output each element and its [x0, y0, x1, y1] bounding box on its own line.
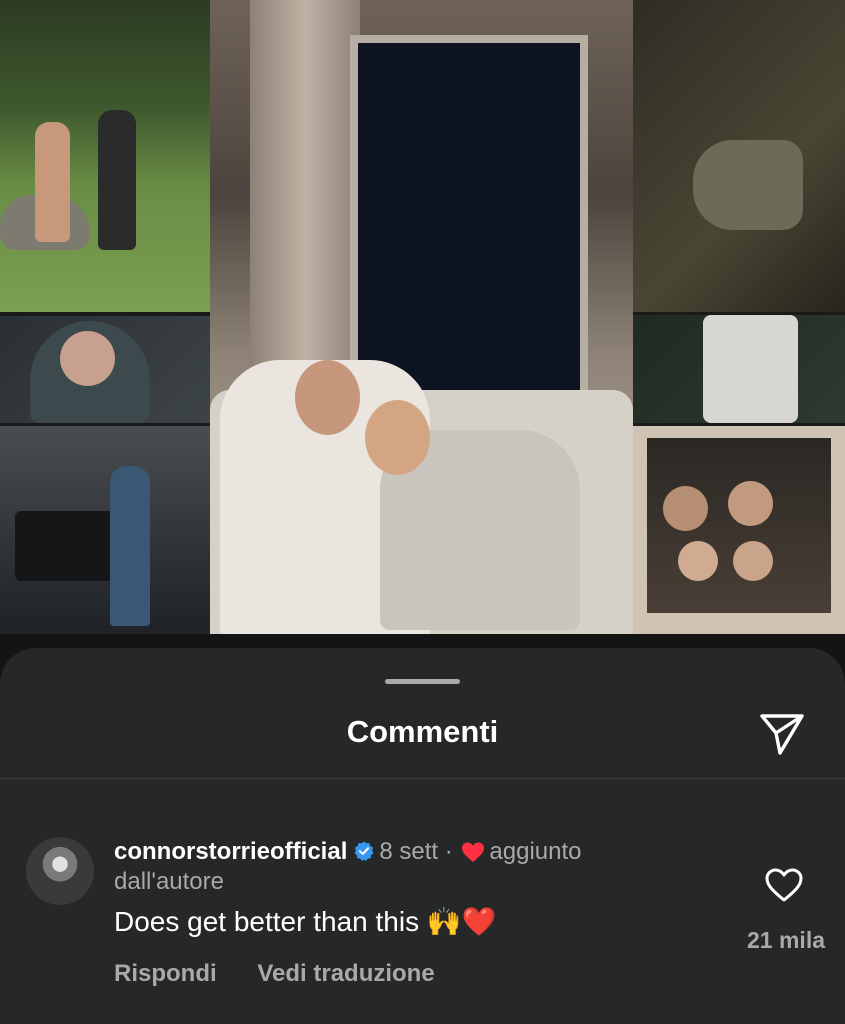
share-send-icon[interactable]: [756, 707, 808, 759]
collage-photo-hoodie: [0, 316, 210, 423]
comment-item: connorstorrieofficial 8 sett · aggiunto …: [0, 833, 845, 1003]
collage-photo-bottle: [633, 315, 845, 423]
sheet-divider: [0, 778, 845, 779]
comment-username[interactable]: connorstorrieofficial: [114, 838, 347, 865]
collage-photo-polaroid: [633, 426, 845, 634]
collage-photo-couch: [210, 0, 633, 648]
see-translation-button[interactable]: Vedi traduzione: [257, 960, 434, 987]
comment-text: Does get better than this 🙌❤️: [114, 906, 497, 937]
sheet-title: Commenti: [346, 714, 499, 749]
collage-photo-field: [0, 0, 210, 312]
collage-photo-film-set: [0, 426, 210, 634]
comment-actions: Rispondi Vedi traduzione: [114, 960, 469, 988]
meta-separator: ·: [444, 838, 453, 865]
creator-heart-icon: [462, 842, 485, 862]
reply-button[interactable]: Rispondi: [114, 960, 217, 987]
like-heart-icon[interactable]: [764, 867, 804, 903]
comment-meta: connorstorrieofficial 8 sett · aggiunto …: [114, 837, 674, 897]
comment-time: 8 sett: [379, 838, 439, 865]
like-count: 21 mila: [747, 927, 825, 953]
verified-badge-icon: [354, 841, 374, 861]
sheet-drag-handle[interactable]: [385, 679, 460, 684]
post-image-collage: [0, 0, 845, 680]
comments-sheet: Commenti connorstorrieofficial 8 sett · …: [0, 648, 845, 1024]
avatar[interactable]: [26, 837, 94, 905]
collage-photo-shoe: [633, 0, 845, 312]
